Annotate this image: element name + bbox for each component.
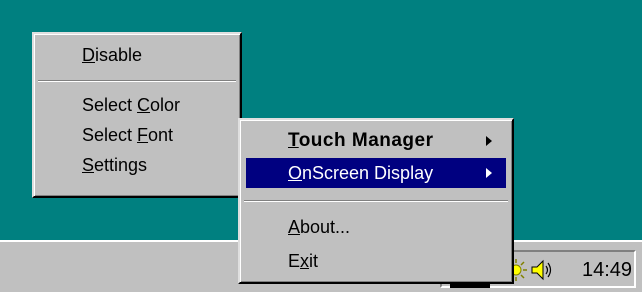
- menu-separator: [38, 80, 236, 82]
- menu-item-about[interactable]: About...: [246, 212, 506, 242]
- menu-item-exit[interactable]: Exit: [246, 246, 506, 276]
- clock[interactable]: 14:49: [582, 258, 632, 282]
- menu-item-onscreen-display[interactable]: OnScreen Display: [246, 158, 506, 188]
- menu-item-disable[interactable]: Disable: [40, 40, 234, 70]
- context-menu: Disable Select Color Select Font Setting…: [32, 32, 242, 198]
- submenu-arrow-icon: [486, 136, 492, 146]
- menu-item-select-font[interactable]: Select Font: [40, 120, 234, 150]
- tray-menu: Touch Manager OnScreen Display About... …: [238, 118, 514, 284]
- menu-separator: [244, 200, 508, 202]
- menu-item-select-color[interactable]: Select Color: [40, 90, 234, 120]
- speaker-icon[interactable]: [528, 258, 554, 282]
- menu-item-settings[interactable]: Settings: [40, 150, 234, 180]
- submenu-arrow-icon: [486, 168, 492, 178]
- menu-item-touch-manager[interactable]: Touch Manager: [246, 126, 506, 156]
